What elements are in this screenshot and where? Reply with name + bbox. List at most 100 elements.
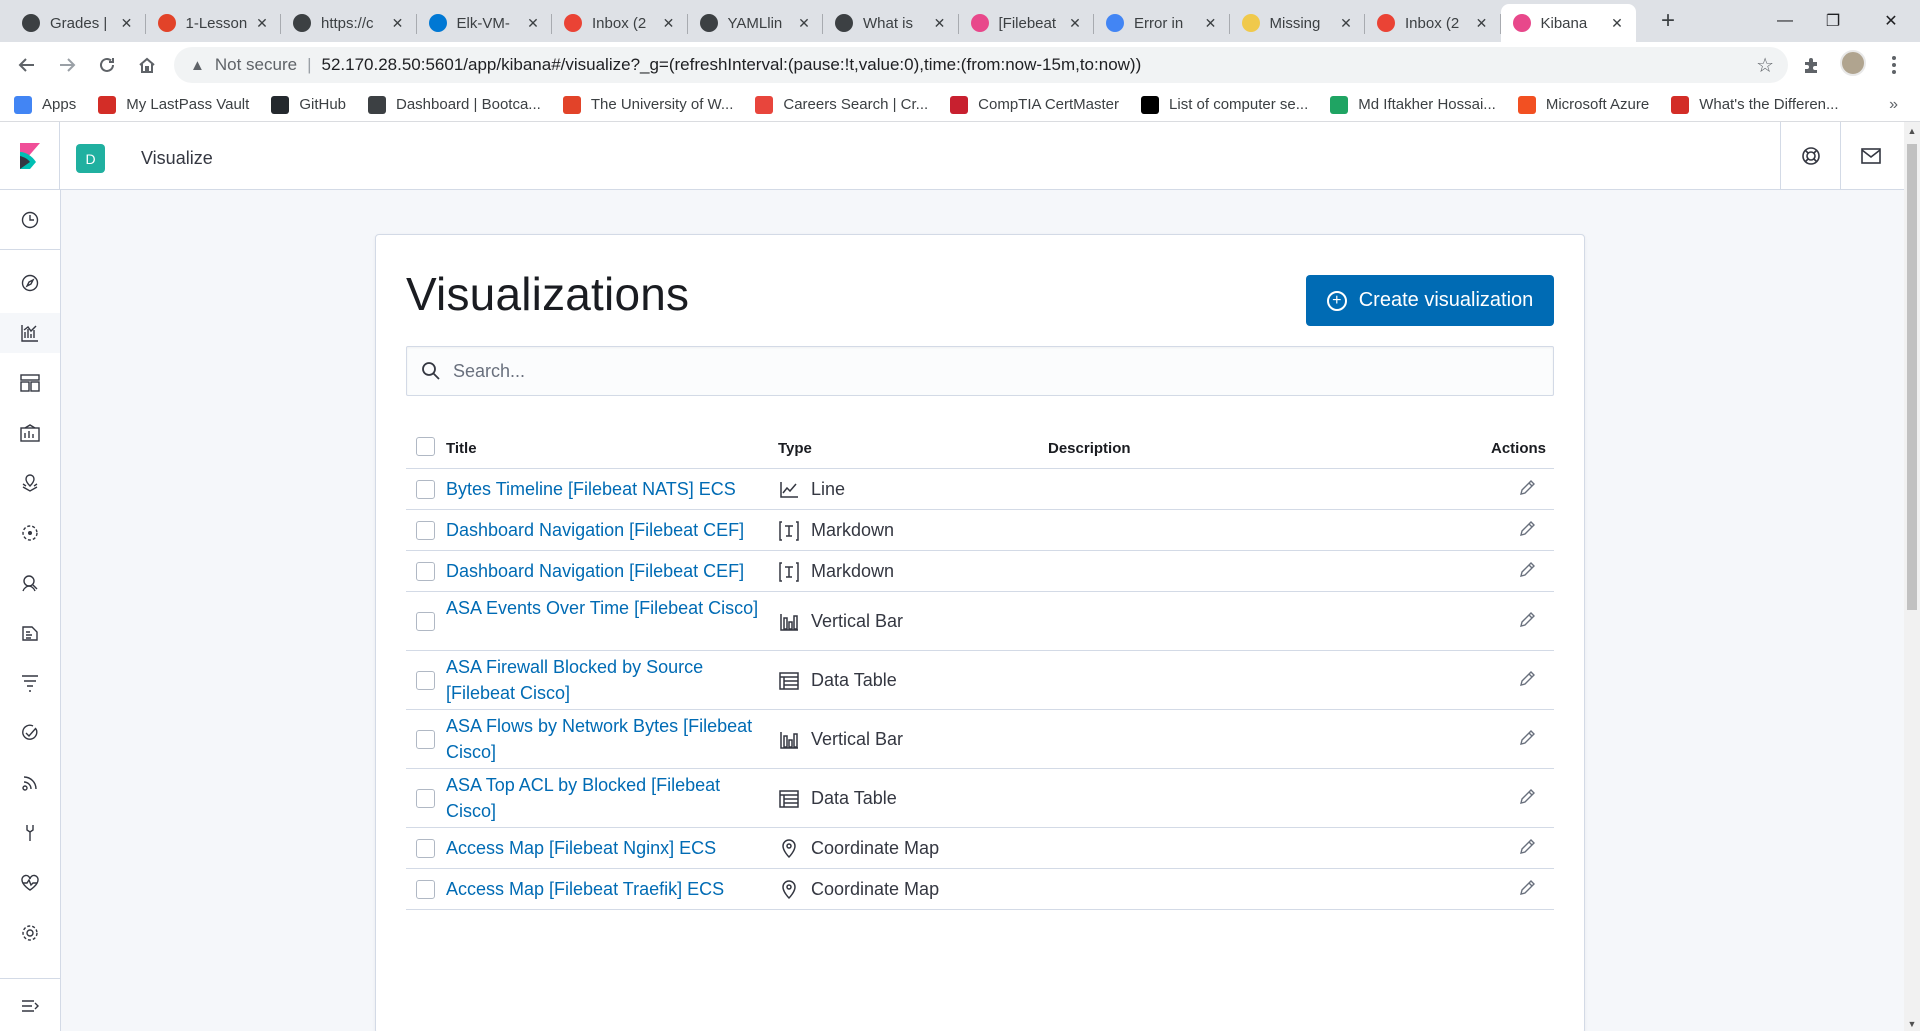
row-checkbox[interactable] <box>416 520 435 540</box>
browser-tab[interactable]: YAMLlin ✕ <box>688 4 823 42</box>
close-tab-icon[interactable]: ✕ <box>1608 15 1626 32</box>
bookmark-item[interactable]: List of computer se... <box>1141 95 1308 114</box>
row-checkbox[interactable] <box>416 561 435 581</box>
close-tab-icon[interactable]: ✕ <box>253 15 271 32</box>
browser-tab[interactable]: Elk-VM- ✕ <box>417 4 552 42</box>
close-window-button[interactable]: ✕ <box>1862 0 1920 42</box>
browser-tab[interactable]: What is ✕ <box>823 4 959 42</box>
close-tab-icon[interactable]: ✕ <box>660 15 678 32</box>
nav-discover[interactable] <box>0 263 60 303</box>
bookmark-item[interactable]: The University of W... <box>562 95 733 114</box>
bookmark-item[interactable]: My LastPass Vault <box>98 95 249 114</box>
space-avatar[interactable]: D <box>76 144 105 173</box>
bookmark-item[interactable]: CompTIA CertMaster <box>950 95 1119 114</box>
reload-button[interactable] <box>91 49 123 81</box>
visualization-title-link[interactable]: ASA Flows by Network Bytes [Filebeat Cis… <box>446 713 766 765</box>
bookmark-item[interactable]: Careers Search | Cr... <box>755 95 928 114</box>
browser-tab[interactable]: 1-Lesson ✕ <box>146 4 281 42</box>
nav-canvas[interactable] <box>0 413 60 453</box>
bookmark-star-icon[interactable]: ☆ <box>1756 53 1774 78</box>
browser-tab[interactable]: Kibana ✕ <box>1500 4 1636 42</box>
row-checkbox[interactable] <box>416 879 435 899</box>
row-checkbox[interactable] <box>416 838 435 858</box>
visualization-title-link[interactable]: Dashboard Navigation [Filebeat CEF] <box>446 558 766 584</box>
bookmark-item[interactable]: Dashboard | Bootca... <box>368 95 541 114</box>
row-checkbox[interactable] <box>416 729 435 749</box>
nav-dev-tools[interactable] <box>0 813 60 853</box>
close-tab-icon[interactable]: ✕ <box>389 15 407 32</box>
pencil-icon[interactable] <box>1518 838 1540 860</box>
visualization-title-link[interactable]: Dashboard Navigation [Filebeat CEF] <box>446 517 766 543</box>
column-type[interactable]: Type <box>778 440 812 457</box>
pencil-icon[interactable] <box>1518 520 1540 542</box>
newsfeed-button[interactable] <box>1840 122 1900 189</box>
pencil-icon[interactable] <box>1518 879 1540 901</box>
search-box[interactable] <box>406 346 1554 396</box>
browser-tab[interactable]: Error in ✕ <box>1094 4 1230 42</box>
browser-tab[interactable]: [Filebeat ✕ <box>959 4 1094 42</box>
scroll-down-arrow-icon[interactable]: ▼ <box>1907 1019 1917 1029</box>
pencil-icon[interactable] <box>1518 670 1540 692</box>
visualization-title-link[interactable]: Bytes Timeline [Filebeat NATS] ECS <box>446 476 766 502</box>
back-button[interactable] <box>11 49 43 81</box>
visualization-title-link[interactable]: Access Map [Filebeat Nginx] ECS <box>446 835 766 861</box>
browser-tab[interactable]: Inbox (2 ✕ <box>552 4 688 42</box>
browser-tab[interactable]: Grades | ✕ <box>10 4 146 42</box>
pencil-icon[interactable] <box>1518 788 1540 810</box>
close-tab-icon[interactable]: ✕ <box>1202 15 1220 32</box>
row-checkbox[interactable] <box>416 670 435 690</box>
nav-visualize[interactable] <box>0 313 60 353</box>
nav-collapse-button[interactable] <box>0 986 60 1026</box>
nav-monitoring[interactable] <box>0 863 60 903</box>
select-all-checkbox[interactable] <box>416 437 435 456</box>
profile-avatar[interactable] <box>1840 50 1866 76</box>
nav-dashboard[interactable] <box>0 363 60 403</box>
bookmark-item[interactable]: What's the Differen... <box>1671 95 1839 114</box>
row-checkbox[interactable] <box>416 611 435 631</box>
row-checkbox[interactable] <box>416 788 435 808</box>
column-title[interactable]: Title <box>446 440 477 457</box>
close-tab-icon[interactable]: ✕ <box>795 15 813 32</box>
pencil-icon[interactable] <box>1518 561 1540 583</box>
close-tab-icon[interactable]: ✕ <box>1337 15 1355 32</box>
address-bar[interactable]: ▲ Not secure | 52.170.28.50:5601/app/kib… <box>174 47 1788 83</box>
bookmark-item[interactable]: GitHub <box>271 95 346 114</box>
close-tab-icon[interactable]: ✕ <box>1066 15 1084 32</box>
nav-recently-viewed[interactable] <box>0 200 60 240</box>
nav-siem[interactable] <box>0 763 60 803</box>
chrome-menu-button[interactable] <box>1878 49 1910 81</box>
pencil-icon[interactable] <box>1518 611 1540 633</box>
visualization-title-link[interactable]: ASA Top ACL by Blocked [Filebeat Cisco] <box>446 772 766 824</box>
visualization-title-link[interactable]: ASA Events Over Time [Filebeat Cisco] <box>446 595 766 621</box>
close-tab-icon[interactable]: ✕ <box>118 15 136 32</box>
bookmark-item[interactable]: Md Iftakher Hossai... <box>1330 95 1496 114</box>
scrollbar-thumb[interactable] <box>1907 144 1917 610</box>
create-visualization-button[interactable]: + Create visualization <box>1306 275 1554 326</box>
bookmark-item[interactable]: Microsoft Azure <box>1517 95 1649 114</box>
kibana-logo[interactable] <box>0 122 60 189</box>
close-tab-icon[interactable]: ✕ <box>931 15 949 32</box>
forward-button[interactable] <box>51 49 83 81</box>
help-menu-button[interactable] <box>1780 122 1840 189</box>
browser-tab[interactable]: https://c ✕ <box>281 4 417 42</box>
bookmark-item[interactable]: Apps <box>14 95 76 114</box>
maximize-button[interactable]: ❐ <box>1804 0 1862 42</box>
browser-tab[interactable]: Missing ✕ <box>1230 4 1365 42</box>
visualization-title-link[interactable]: ASA Firewall Blocked by Source [Filebeat… <box>446 654 766 706</box>
extensions-button[interactable] <box>1796 49 1828 81</box>
nav-machine-learning[interactable] <box>0 513 60 553</box>
search-input[interactable] <box>453 360 1533 382</box>
page-scrollbar[interactable]: ▲ ▼ <box>1904 122 1920 1031</box>
home-button[interactable] <box>131 49 163 81</box>
browser-tab[interactable]: Inbox (2 ✕ <box>1365 4 1501 42</box>
close-tab-icon[interactable]: ✕ <box>524 15 542 32</box>
nav-management[interactable] <box>0 913 60 953</box>
nav-uptime[interactable] <box>0 713 60 753</box>
row-checkbox[interactable] <box>416 479 435 499</box>
bookmarks-overflow-icon[interactable]: » <box>1889 96 1898 114</box>
nav-maps[interactable] <box>0 463 60 503</box>
nav-apm[interactable] <box>0 663 60 703</box>
url-text[interactable]: 52.170.28.50:5601/app/kibana#/visualize?… <box>321 55 1141 75</box>
nav-logs[interactable] <box>0 613 60 653</box>
new-tab-button[interactable]: + <box>1654 8 1682 36</box>
